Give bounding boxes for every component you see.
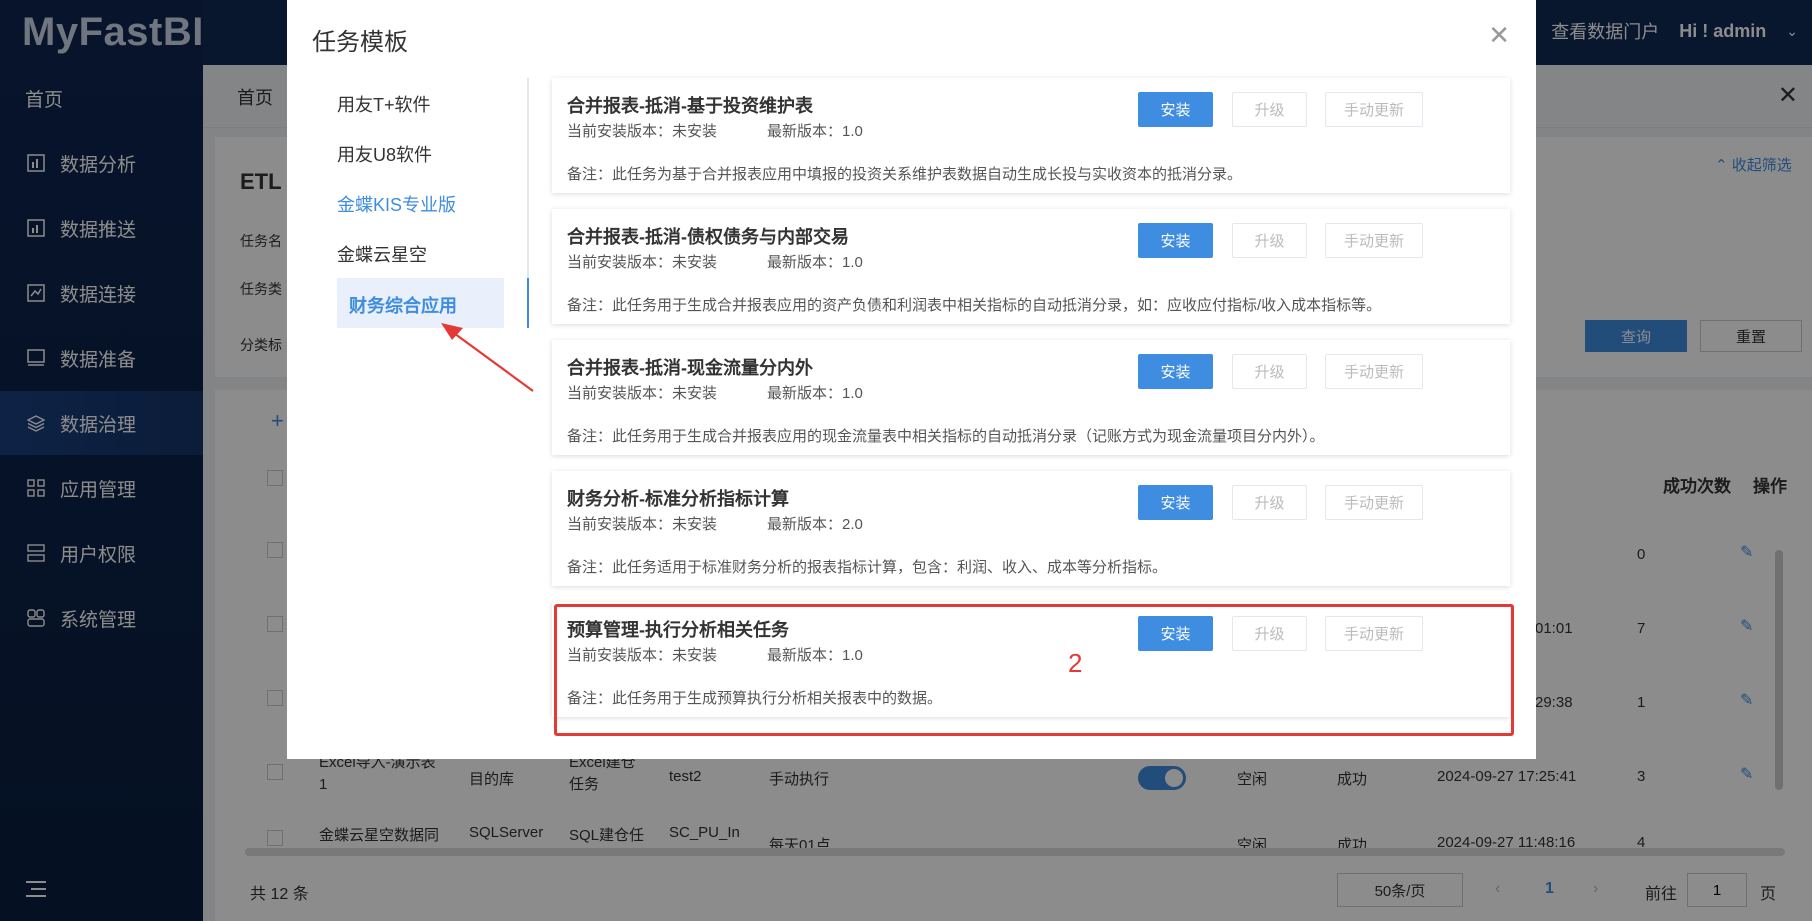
manual-update-button[interactable]: 手动更新 xyxy=(1325,92,1423,127)
manual-update-button[interactable]: 手动更新 xyxy=(1325,485,1423,520)
current-version: 当前安装版本：未安装 xyxy=(567,254,718,271)
annotation-highlight-box xyxy=(554,604,1514,736)
template-name: 合并报表-抵消-债权债务与内部交易 xyxy=(567,227,849,247)
template-note: 备注：此任务用于生成合并报表应用的现金流量表中相关指标的自动抵消分录（记账方式为… xyxy=(567,428,1325,445)
latest-version: 最新版本：2.0 xyxy=(767,516,863,533)
template-name: 合并报表-抵消-基于投资维护表 xyxy=(567,96,813,116)
manual-update-button[interactable]: 手动更新 xyxy=(1325,354,1423,389)
current-version: 当前安装版本：未安装 xyxy=(567,123,718,140)
template-card: 合并报表-抵消-债权债务与内部交易 当前安装版本：未安装 最新版本：1.0 备注：… xyxy=(552,209,1510,324)
upgrade-button[interactable]: 升级 xyxy=(1232,92,1307,127)
category-yonyou-u8[interactable]: 用友U8软件 xyxy=(337,141,432,167)
category-label: 财务综合应用 xyxy=(349,296,457,316)
upgrade-button[interactable]: 升级 xyxy=(1232,223,1307,258)
latest-version: 最新版本：1.0 xyxy=(767,385,863,402)
template-note: 备注：此任务用于生成合并报表应用的资产负债和利润表中相关指标的自动抵消分录，如：… xyxy=(567,297,1382,314)
install-button[interactable]: 安装 xyxy=(1138,354,1213,389)
template-note: 备注：此任务适用于标准财务分析的报表指标计算，包含：利润、收入、成本等分析指标。 xyxy=(567,559,1168,576)
category-kingdee-kis[interactable]: 金蝶KIS专业版 xyxy=(337,191,456,217)
install-button[interactable]: 安装 xyxy=(1138,485,1213,520)
template-note: 备注：此任务为基于合并报表应用中填报的投资关系维护表数据自动生成长投与实收资本的… xyxy=(567,166,1243,183)
template-version-info: 当前安装版本：未安装 最新版本：2.0 xyxy=(567,513,863,534)
annotation-arrow-icon xyxy=(441,323,534,392)
close-icon[interactable]: ✕ xyxy=(1488,22,1510,48)
template-version-info: 当前安装版本：未安装 最新版本：1.0 xyxy=(567,120,863,141)
install-button[interactable]: 安装 xyxy=(1138,92,1213,127)
annotation-number: 2 xyxy=(1068,648,1083,678)
template-card: 财务分析-标准分析指标计算 当前安装版本：未安装 最新版本：2.0 备注：此任务适… xyxy=(552,471,1510,586)
manual-update-button[interactable]: 手动更新 xyxy=(1325,223,1423,258)
dialog-title: 任务模板 xyxy=(312,29,408,56)
current-version: 当前安装版本：未安装 xyxy=(567,516,718,533)
template-card: 合并报表-抵消-基于投资维护表 当前安装版本：未安装 最新版本：1.0 备注：此任… xyxy=(552,78,1510,193)
template-card: 合并报表-抵消-现金流量分内外 当前安装版本：未安装 最新版本：1.0 备注：此任… xyxy=(552,340,1510,455)
template-version-info: 当前安装版本：未安装 最新版本：1.0 xyxy=(567,251,863,272)
latest-version: 最新版本：1.0 xyxy=(767,123,863,140)
upgrade-button[interactable]: 升级 xyxy=(1232,354,1307,389)
install-button[interactable]: 安装 xyxy=(1138,223,1213,258)
current-version: 当前安装版本：未安装 xyxy=(567,385,718,402)
category-yonyou-tplus[interactable]: 用友T+软件 xyxy=(337,91,431,117)
upgrade-button[interactable]: 升级 xyxy=(1232,485,1307,520)
template-version-info: 当前安装版本：未安装 最新版本：1.0 xyxy=(567,382,863,403)
template-name: 合并报表-抵消-现金流量分内外 xyxy=(567,358,813,378)
latest-version: 最新版本：1.0 xyxy=(767,254,863,271)
template-name: 财务分析-标准分析指标计算 xyxy=(567,489,789,509)
category-kingdee-cloud[interactable]: 金蝶云星空 xyxy=(337,241,427,267)
